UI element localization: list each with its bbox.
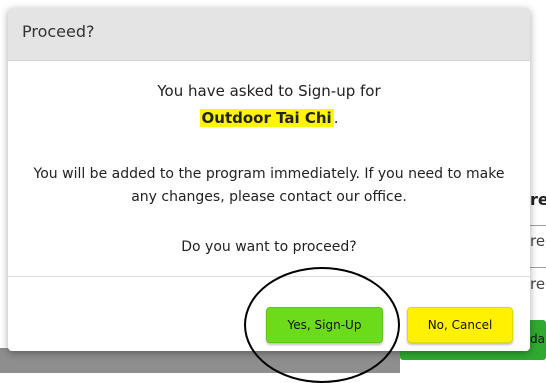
background-overlay	[0, 348, 400, 373]
background-button-label: da	[530, 332, 545, 346]
confirm-dialog: Proceed? You have asked to Sign-up for O…	[8, 8, 530, 351]
background-divider	[530, 225, 546, 226]
confirm-signup-button[interactable]: Yes, Sign-Up	[266, 307, 383, 343]
dialog-message: You have asked to Sign-up for	[157, 82, 381, 100]
background-text: re	[530, 190, 546, 209]
program-name: Outdoor Tai Chi	[199, 109, 334, 127]
dialog-header: Proceed?	[8, 8, 530, 61]
program-name-line: Outdoor Tai Chi.	[8, 109, 530, 127]
dialog-question: Do you want to proceed?	[181, 239, 357, 255]
background-panel	[530, 0, 546, 373]
program-suffix: .	[333, 109, 339, 127]
background-text: re	[530, 275, 546, 293]
background-divider	[530, 267, 546, 268]
dialog-footer: Yes, Sign-Up No, Cancel	[8, 276, 530, 351]
dialog-title: Proceed?	[22, 22, 95, 41]
dialog-info: You will be added to the program immedia…	[33, 166, 505, 205]
cancel-button[interactable]: No, Cancel	[407, 307, 513, 343]
background-text: re	[530, 232, 546, 250]
